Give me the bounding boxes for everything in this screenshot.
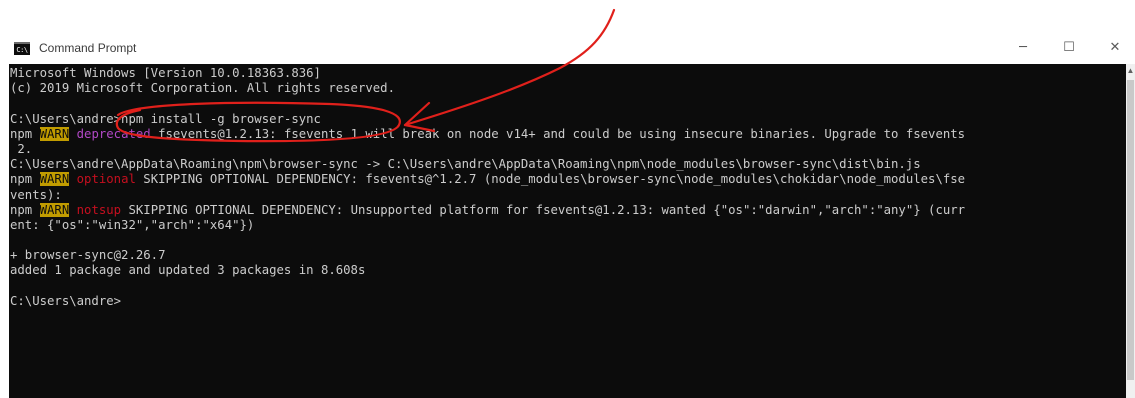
console-line: added 1 package and updated 3 packages i… <box>10 263 366 278</box>
npm-prefix: npm <box>10 172 40 187</box>
console-line: C:\Users\andre>npm install -g browser-sy… <box>10 111 321 126</box>
console-line: 2. <box>10 141 33 156</box>
console-line: npm WARN deprecated fsevents@1.2.13: fse… <box>10 126 966 142</box>
warn-message: SKIPPING OPTIONAL DEPENDENCY: fsevents@^… <box>135 172 966 187</box>
console-line: npm WARN optional SKIPPING OPTIONAL DEPE… <box>10 172 965 187</box>
console-line: npm WARN notsup SKIPPING OPTIONAL DEPEND… <box>10 202 966 218</box>
console-line: vents): <box>10 187 62 202</box>
console-output[interactable]: Microsoft Windows [Version 10.0.18363.83… <box>9 64 1126 398</box>
window-title: Command Prompt <box>39 41 137 55</box>
maximize-button[interactable]: ☐ <box>1046 34 1092 62</box>
console-line: + browser-sync@2.26.7 <box>10 248 166 263</box>
console-line: (c) 2019 Microsoft Corporation. All righ… <box>10 81 395 96</box>
command-prompt-icon: C:\ <box>14 42 30 55</box>
warn-badge: WARN <box>39 126 70 141</box>
warn-tag: optional <box>69 172 136 187</box>
close-button[interactable]: ✕ <box>1092 34 1135 62</box>
warn-tag: deprecated <box>69 126 151 141</box>
console-line: ent: {"os":"win32","arch":"x64"}) <box>10 217 255 232</box>
console-line: C:\Users\andre\AppData\Roaming\npm\brows… <box>10 157 921 172</box>
scroll-thumb[interactable] <box>1127 80 1134 380</box>
npm-prefix: npm <box>10 126 40 141</box>
warn-badge: WARN <box>39 202 70 217</box>
scroll-up-arrow-icon[interactable]: ▲ <box>1126 66 1135 76</box>
warn-tag: notsup <box>69 202 122 217</box>
title-bar[interactable]: C:\ Command Prompt ─ ☐ ✕ <box>9 34 1135 64</box>
warn-message: fsevents@1.2.13: fsevents 1 will break o… <box>150 126 966 141</box>
warn-badge: WARN <box>39 172 70 187</box>
npm-prefix: npm <box>10 202 40 217</box>
console-line: C:\Users\andre> <box>10 293 122 308</box>
warn-message: SKIPPING OPTIONAL DEPENDENCY: Unsupporte… <box>121 202 966 217</box>
console-line: Microsoft Windows [Version 10.0.18363.83… <box>10 66 321 80</box>
minimize-button[interactable]: ─ <box>1000 34 1046 62</box>
vertical-scrollbar[interactable]: ▲ <box>1126 64 1135 398</box>
console-lines: Microsoft Windows [Version 10.0.18363.83… <box>9 66 965 309</box>
